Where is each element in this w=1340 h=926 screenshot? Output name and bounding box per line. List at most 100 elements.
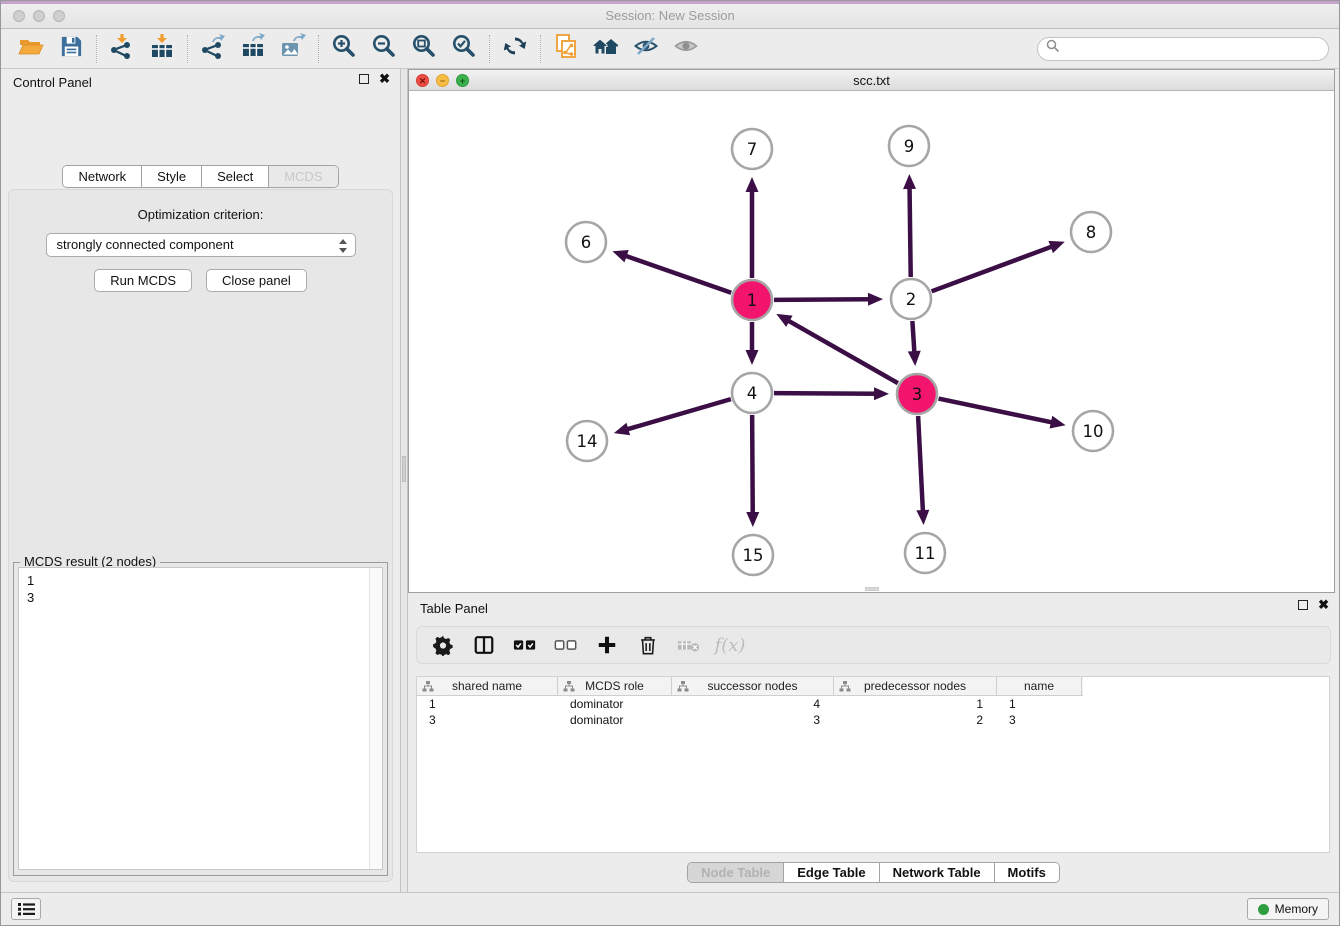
import-table-button[interactable] bbox=[142, 32, 182, 66]
close-panel-icon[interactable]: ✖ bbox=[379, 74, 390, 84]
tab-motifs[interactable]: Motifs bbox=[995, 863, 1059, 882]
graph-edge-3-10[interactable] bbox=[939, 399, 1053, 423]
run-mcds-button[interactable]: Run MCDS bbox=[94, 269, 192, 292]
splitter-grip[interactable] bbox=[402, 456, 406, 482]
search-input[interactable] bbox=[1065, 42, 1320, 56]
graph-edge-1-6[interactable] bbox=[625, 256, 732, 293]
criterion-select[interactable]: strongly connected component bbox=[46, 233, 356, 257]
graph-edge-1-2[interactable] bbox=[774, 299, 870, 300]
graph-node-label: 11 bbox=[915, 544, 936, 563]
hierarchy-icon bbox=[839, 680, 851, 693]
cell-shared-name[interactable]: 3 bbox=[417, 712, 558, 728]
close-panel-button[interactable]: Close panel bbox=[206, 269, 307, 292]
cell-successor-nodes[interactable]: 3 bbox=[672, 712, 834, 728]
cell-shared-name[interactable]: 1 bbox=[417, 696, 558, 712]
duplicate-network-button[interactable] bbox=[546, 32, 586, 66]
window-title: Session: New Session bbox=[1, 8, 1339, 23]
show-columns-button[interactable] bbox=[472, 633, 496, 657]
deselect-all-button[interactable] bbox=[554, 633, 578, 657]
add-row-button[interactable] bbox=[595, 633, 619, 657]
cell-mcds-role[interactable]: dominator bbox=[558, 696, 672, 712]
save-session-button[interactable] bbox=[51, 32, 91, 66]
tab-style[interactable]: Style bbox=[142, 166, 202, 187]
graph-node-label: 6 bbox=[581, 233, 592, 252]
graph-edge-arrowhead bbox=[908, 351, 921, 366]
show-all-button[interactable] bbox=[666, 32, 706, 66]
task-history-button[interactable] bbox=[11, 898, 41, 920]
table-settings-button[interactable] bbox=[431, 633, 455, 657]
network-resize-grip[interactable] bbox=[865, 587, 879, 591]
import-network-button[interactable] bbox=[102, 32, 142, 66]
toolbar-separator bbox=[96, 35, 97, 63]
mcds-result-line: 3 bbox=[27, 589, 374, 606]
column-header-predecessor-nodes[interactable]: predecessor nodes bbox=[834, 677, 997, 695]
cell-successor-nodes[interactable]: 4 bbox=[672, 696, 834, 712]
cell-mcds-role[interactable]: dominator bbox=[558, 712, 672, 728]
table-toolbar: f(x) bbox=[416, 626, 1331, 664]
hide-selected-button[interactable] bbox=[626, 32, 666, 66]
float-panel-icon[interactable] bbox=[1298, 600, 1308, 610]
column-header-mcds-role[interactable]: MCDS role bbox=[558, 677, 672, 695]
table-row[interactable]: 3 dominator 3 2 3 bbox=[417, 712, 1329, 728]
status-bar: Memory bbox=[1, 892, 1339, 925]
graph-edge-2-9[interactable] bbox=[910, 187, 911, 277]
result-scrollbar[interactable] bbox=[369, 568, 382, 869]
tab-network[interactable]: Network bbox=[63, 166, 142, 187]
zoom-out-button[interactable] bbox=[364, 32, 404, 66]
tab-mcds[interactable]: MCDS bbox=[269, 166, 337, 187]
cell-predecessor-nodes[interactable]: 2 bbox=[834, 712, 997, 728]
toolbar-separator bbox=[489, 35, 490, 63]
node-table: shared name MCDS role successor nodes pr… bbox=[416, 676, 1330, 853]
export-image-button[interactable] bbox=[273, 32, 313, 66]
graph-edge-2-8[interactable] bbox=[932, 246, 1053, 291]
graph-edge-arrowhead bbox=[746, 512, 759, 527]
function-builder-button[interactable]: f(x) bbox=[718, 633, 742, 657]
graph-node-label: 10 bbox=[1083, 422, 1104, 441]
graph-edge-4-15[interactable] bbox=[752, 415, 753, 514]
graph-edge-2-3[interactable] bbox=[912, 321, 914, 353]
table-panel: Table Panel ✖ bbox=[408, 595, 1339, 892]
float-panel-icon[interactable] bbox=[359, 74, 369, 84]
open-session-button[interactable] bbox=[11, 32, 51, 66]
graph-edge-arrowhead bbox=[1050, 416, 1066, 429]
graph-edge-3-11[interactable] bbox=[918, 416, 923, 512]
delete-row-button[interactable] bbox=[636, 633, 660, 657]
tab-select[interactable]: Select bbox=[202, 166, 269, 187]
column-header-name[interactable]: name bbox=[997, 677, 1082, 695]
panel-splitter[interactable] bbox=[401, 69, 408, 892]
graph-edge-3-1[interactable] bbox=[788, 320, 898, 383]
duplicate-network-icon bbox=[553, 33, 579, 64]
select-all-button[interactable] bbox=[513, 633, 537, 657]
graph-edge-arrowhead bbox=[868, 293, 883, 306]
zoom-fit-button[interactable] bbox=[404, 32, 444, 66]
window-titlebar: Session: New Session bbox=[1, 1, 1339, 29]
zoom-in-button[interactable] bbox=[324, 32, 364, 66]
column-header-successor-nodes[interactable]: successor nodes bbox=[672, 677, 834, 695]
tab-node-table[interactable]: Node Table bbox=[688, 863, 784, 882]
delete-column-button[interactable] bbox=[677, 633, 701, 657]
column-header-shared-name[interactable]: shared name bbox=[417, 677, 558, 695]
network-graph[interactable]: 1234678910111415 bbox=[409, 91, 1334, 592]
graph-node-label: 9 bbox=[904, 137, 915, 156]
cell-predecessor-nodes[interactable]: 1 bbox=[834, 696, 997, 712]
close-panel-icon[interactable]: ✖ bbox=[1318, 600, 1329, 610]
hierarchy-icon bbox=[563, 680, 575, 693]
network-window-titlebar[interactable]: ✕ − + scc.txt bbox=[409, 70, 1334, 91]
cell-name[interactable]: 1 bbox=[997, 696, 1082, 712]
network-canvas[interactable]: 1234678910111415 bbox=[409, 91, 1334, 592]
mcds-result-list[interactable]: 1 3 bbox=[18, 567, 383, 870]
zoom-selected-button[interactable] bbox=[444, 32, 484, 66]
graph-edge-4-14[interactable] bbox=[626, 399, 731, 429]
export-table-button[interactable] bbox=[233, 32, 273, 66]
table-row[interactable]: 1 dominator 4 1 1 bbox=[417, 696, 1329, 712]
first-neighbors-button[interactable] bbox=[586, 32, 626, 66]
tab-edge-table[interactable]: Edge Table bbox=[784, 863, 879, 882]
memory-button[interactable]: Memory bbox=[1247, 898, 1329, 920]
tab-network-table[interactable]: Network Table bbox=[880, 863, 995, 882]
main-toolbar bbox=[1, 29, 1339, 69]
graph-edge-arrowhead bbox=[614, 423, 630, 435]
graph-edge-4-3[interactable] bbox=[774, 393, 876, 394]
apply-layout-button[interactable] bbox=[495, 32, 535, 66]
cell-name[interactable]: 3 bbox=[997, 712, 1082, 728]
export-network-button[interactable] bbox=[193, 32, 233, 66]
